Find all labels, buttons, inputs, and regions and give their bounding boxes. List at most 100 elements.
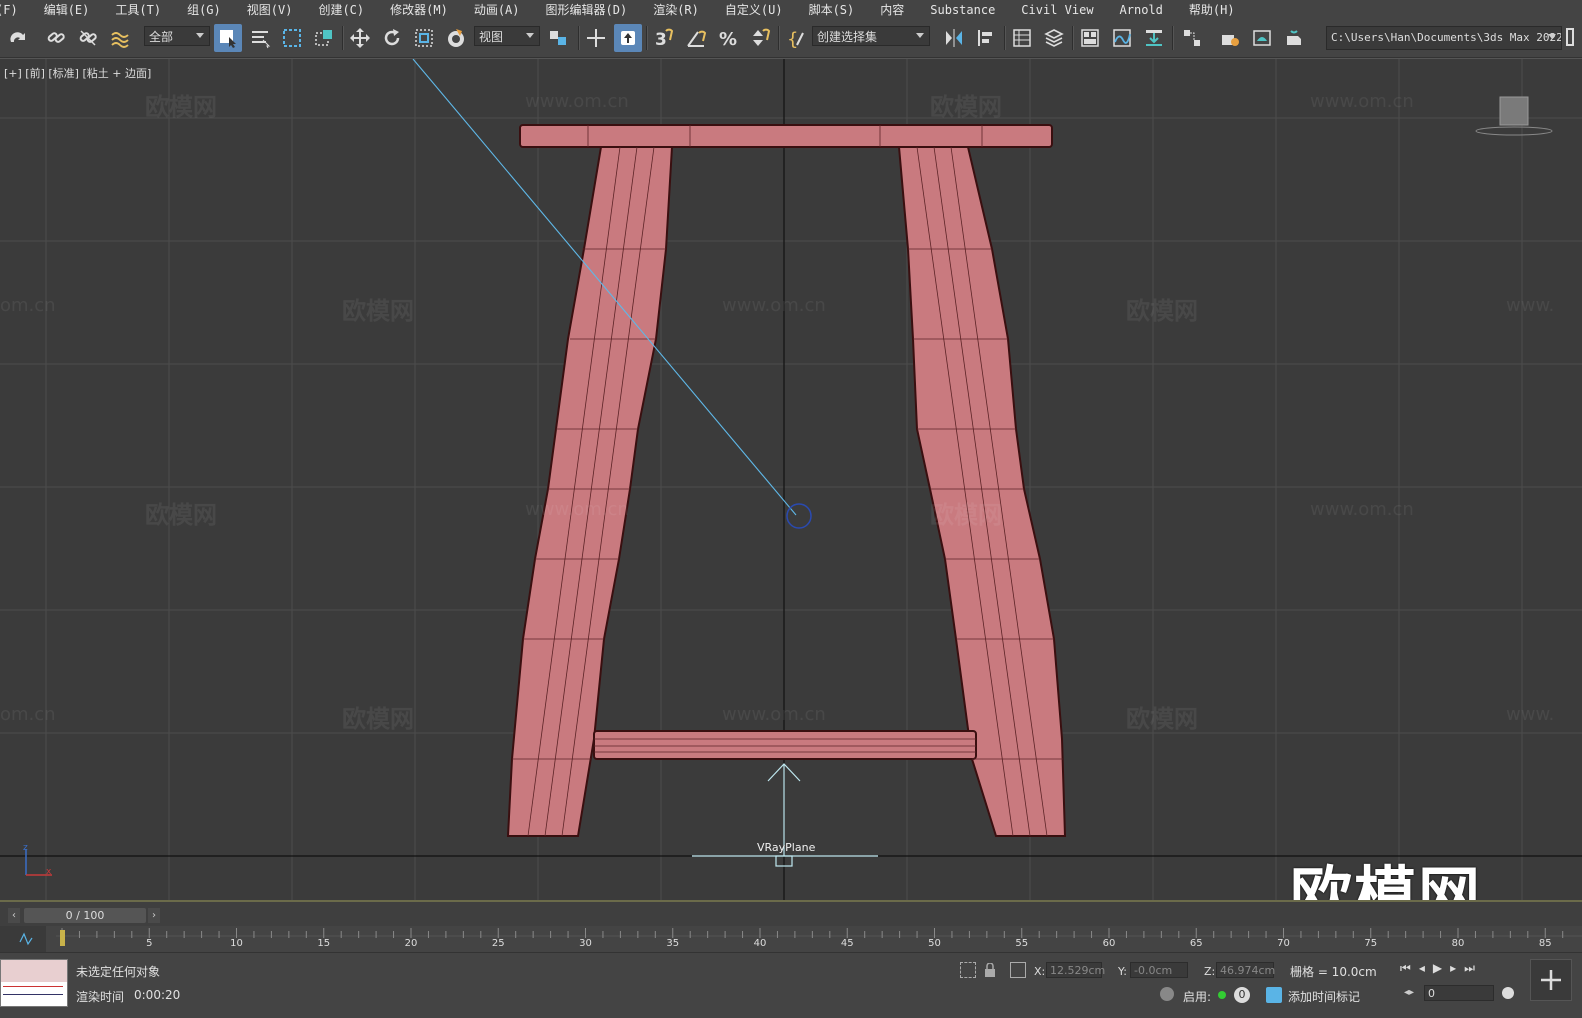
select-object-icon[interactable] xyxy=(214,24,242,52)
percent-snap-icon[interactable]: % xyxy=(714,24,742,52)
placement-icon[interactable] xyxy=(442,24,470,52)
material-editor-icon[interactable] xyxy=(1178,24,1206,52)
select-manipulate-icon[interactable] xyxy=(582,24,610,52)
menu-item[interactable]: 编辑(E) xyxy=(31,0,103,20)
menu-item[interactable]: 创建(C) xyxy=(305,0,377,20)
curve-editor-icon[interactable] xyxy=(1108,24,1136,52)
rendered-frame-window-icon[interactable] xyxy=(1248,24,1276,52)
svg-text:x: x xyxy=(46,867,52,877)
angle-snap-icon[interactable] xyxy=(682,24,710,52)
menu-item[interactable]: Substance xyxy=(917,0,1008,20)
watermark: 欧模网 xyxy=(1126,705,1198,733)
menu-item[interactable]: 组(G) xyxy=(174,0,234,20)
selection-status: 未选定任何对象 xyxy=(76,965,161,979)
mini-listener-preview[interactable] xyxy=(0,959,68,1007)
selection-filter-dropdown[interactable]: 全部 xyxy=(144,26,210,46)
align-icon[interactable] xyxy=(972,24,1000,52)
keyboard-shortcut-override-icon[interactable] xyxy=(614,24,642,52)
previous-frame-icon[interactable]: ◂ xyxy=(1419,961,1433,975)
named-selection-value: 创建选择集 xyxy=(817,29,878,44)
absolute-mode-transform-icon[interactable] xyxy=(1010,962,1026,978)
project-path-field[interactable]: C:\Users\Han\Documents\3ds Max 2022 xyxy=(1326,26,1562,50)
menu-item[interactable]: 自定义(U) xyxy=(712,0,796,20)
snaps-toggle-icon[interactable]: 3 xyxy=(650,24,678,52)
key-mode-icon[interactable]: ◂▸ xyxy=(1404,987,1414,998)
menu-item[interactable]: 动画(A) xyxy=(461,0,533,20)
scene-explorer-icon[interactable] xyxy=(1008,24,1036,52)
z-coordinate-field[interactable]: 46.974cm xyxy=(1216,962,1275,978)
menu-item[interactable]: Arnold xyxy=(1107,0,1176,20)
window-crossing-icon[interactable] xyxy=(310,24,338,52)
x-coordinate-field[interactable]: 12.529cm xyxy=(1046,962,1105,978)
move-icon[interactable] xyxy=(346,24,374,52)
bind-space-warp-icon[interactable] xyxy=(106,24,134,52)
reference-coordinate-value: 视图 xyxy=(479,29,504,44)
light-target-icon xyxy=(786,503,812,529)
front-viewport[interactable]: z x [+] [前] [标准] [粘土 + 边面] 欧模网 www.om.cn… xyxy=(0,58,1582,901)
named-selection-dropdown[interactable]: 创建选择集 xyxy=(812,26,930,46)
menu-item[interactable]: 帮助(H) xyxy=(1176,0,1248,20)
ribbon-toggle-icon[interactable] xyxy=(1076,24,1104,52)
trackbar[interactable]: 5 10 15 20 25 30 35 40 45 50 55 60 65 70 75 80 85 xyxy=(0,926,1582,952)
layer-explorer-icon[interactable] xyxy=(1040,24,1068,52)
y-coordinate-field[interactable]: -0.0cm xyxy=(1130,962,1188,978)
menu-item[interactable]: (F) xyxy=(0,0,31,20)
redo-icon[interactable] xyxy=(4,24,32,52)
next-frame-icon[interactable]: › xyxy=(148,908,160,923)
current-frame-field[interactable]: 0 xyxy=(1424,985,1494,1001)
go-to-end-icon[interactable]: ⏭ xyxy=(1464,961,1483,975)
trackbar-tick-label: 80 xyxy=(1451,938,1465,949)
watermark: 欧模网 xyxy=(145,501,217,529)
time-configuration-icon[interactable] xyxy=(1502,987,1514,999)
reference-coordinate-dropdown[interactable]: 视图 xyxy=(474,26,540,46)
trackbar-tick-label: 55 xyxy=(1015,938,1029,949)
unlink-icon[interactable] xyxy=(74,24,102,52)
play-icon[interactable]: ▶ xyxy=(1433,961,1450,975)
frame-display[interactable]: 0 / 100 xyxy=(24,908,146,923)
menu-item[interactable]: 工具(T) xyxy=(102,0,174,20)
menu-item[interactable]: 脚本(S) xyxy=(796,0,868,20)
status-bar: 未选定任何对象 渲染时间 0:00:20 X: 12.529cm Y: -0.0… xyxy=(0,952,1582,1018)
select-by-name-icon[interactable] xyxy=(246,24,274,52)
menu-item[interactable]: 内容 xyxy=(867,0,917,20)
mirror-icon[interactable] xyxy=(940,24,968,52)
prev-frame-icon[interactable]: ‹ xyxy=(8,908,20,923)
trackbar-tick-label: 40 xyxy=(753,938,767,949)
viewport-label[interactable]: [+] [前] [标准] [粘土 + 边面] xyxy=(4,65,151,81)
project-folder-icon[interactable] xyxy=(1566,28,1574,46)
stool-model xyxy=(506,124,1067,837)
menu-item[interactable]: Civil View xyxy=(1008,0,1106,20)
isolate-selection-icon[interactable] xyxy=(960,962,976,978)
time-slider[interactable]: ‹ 0 / 100 › xyxy=(0,900,1582,928)
add-time-tag-label[interactable]: 添加时间标记 xyxy=(1288,988,1360,1005)
menu-item[interactable]: 渲染(R) xyxy=(640,0,712,20)
link-icon[interactable] xyxy=(42,24,70,52)
viewport-navigation-zoom-icon[interactable] xyxy=(1530,959,1572,1001)
menu-item[interactable]: 图形编辑器(D) xyxy=(533,0,641,20)
svg-text:3: 3 xyxy=(655,30,667,49)
menu-item[interactable]: 视图(V) xyxy=(234,0,306,20)
render-time-value: 0:00:20 xyxy=(134,988,181,1002)
menu-item[interactable]: 修改器(M) xyxy=(377,0,461,20)
lock-selection-icon[interactable] xyxy=(984,962,995,977)
spinner-snap-icon[interactable] xyxy=(746,24,774,52)
go-to-start-icon[interactable]: ⏮ xyxy=(1400,961,1419,975)
watermark: 欧模网 xyxy=(930,501,1002,529)
time-tag-icon[interactable] xyxy=(1266,987,1282,1003)
rectangular-selection-icon[interactable] xyxy=(278,24,306,52)
rotate-icon[interactable] xyxy=(378,24,406,52)
edit-named-selection-icon[interactable]: { xyxy=(782,24,810,52)
watermark-url: www.om.cn xyxy=(1310,499,1414,520)
schematic-view-icon[interactable] xyxy=(1140,24,1168,52)
trackbar-tick-label: 75 xyxy=(1364,938,1378,949)
svg-text:{: { xyxy=(787,29,798,49)
path-dropdown-arrow-icon[interactable] xyxy=(1548,34,1556,39)
enable-count-badge: 0 xyxy=(1234,987,1250,1003)
watermark: 欧模网 xyxy=(1126,297,1198,325)
render-setup-icon[interactable] xyxy=(1216,24,1244,52)
render-production-icon[interactable] xyxy=(1280,24,1308,52)
next-frame-button-icon[interactable]: ▸ xyxy=(1450,961,1464,975)
adaptive-degradation-icon[interactable] xyxy=(1160,987,1174,1001)
pivot-center-icon[interactable] xyxy=(544,24,572,52)
scale-icon[interactable] xyxy=(410,24,438,52)
